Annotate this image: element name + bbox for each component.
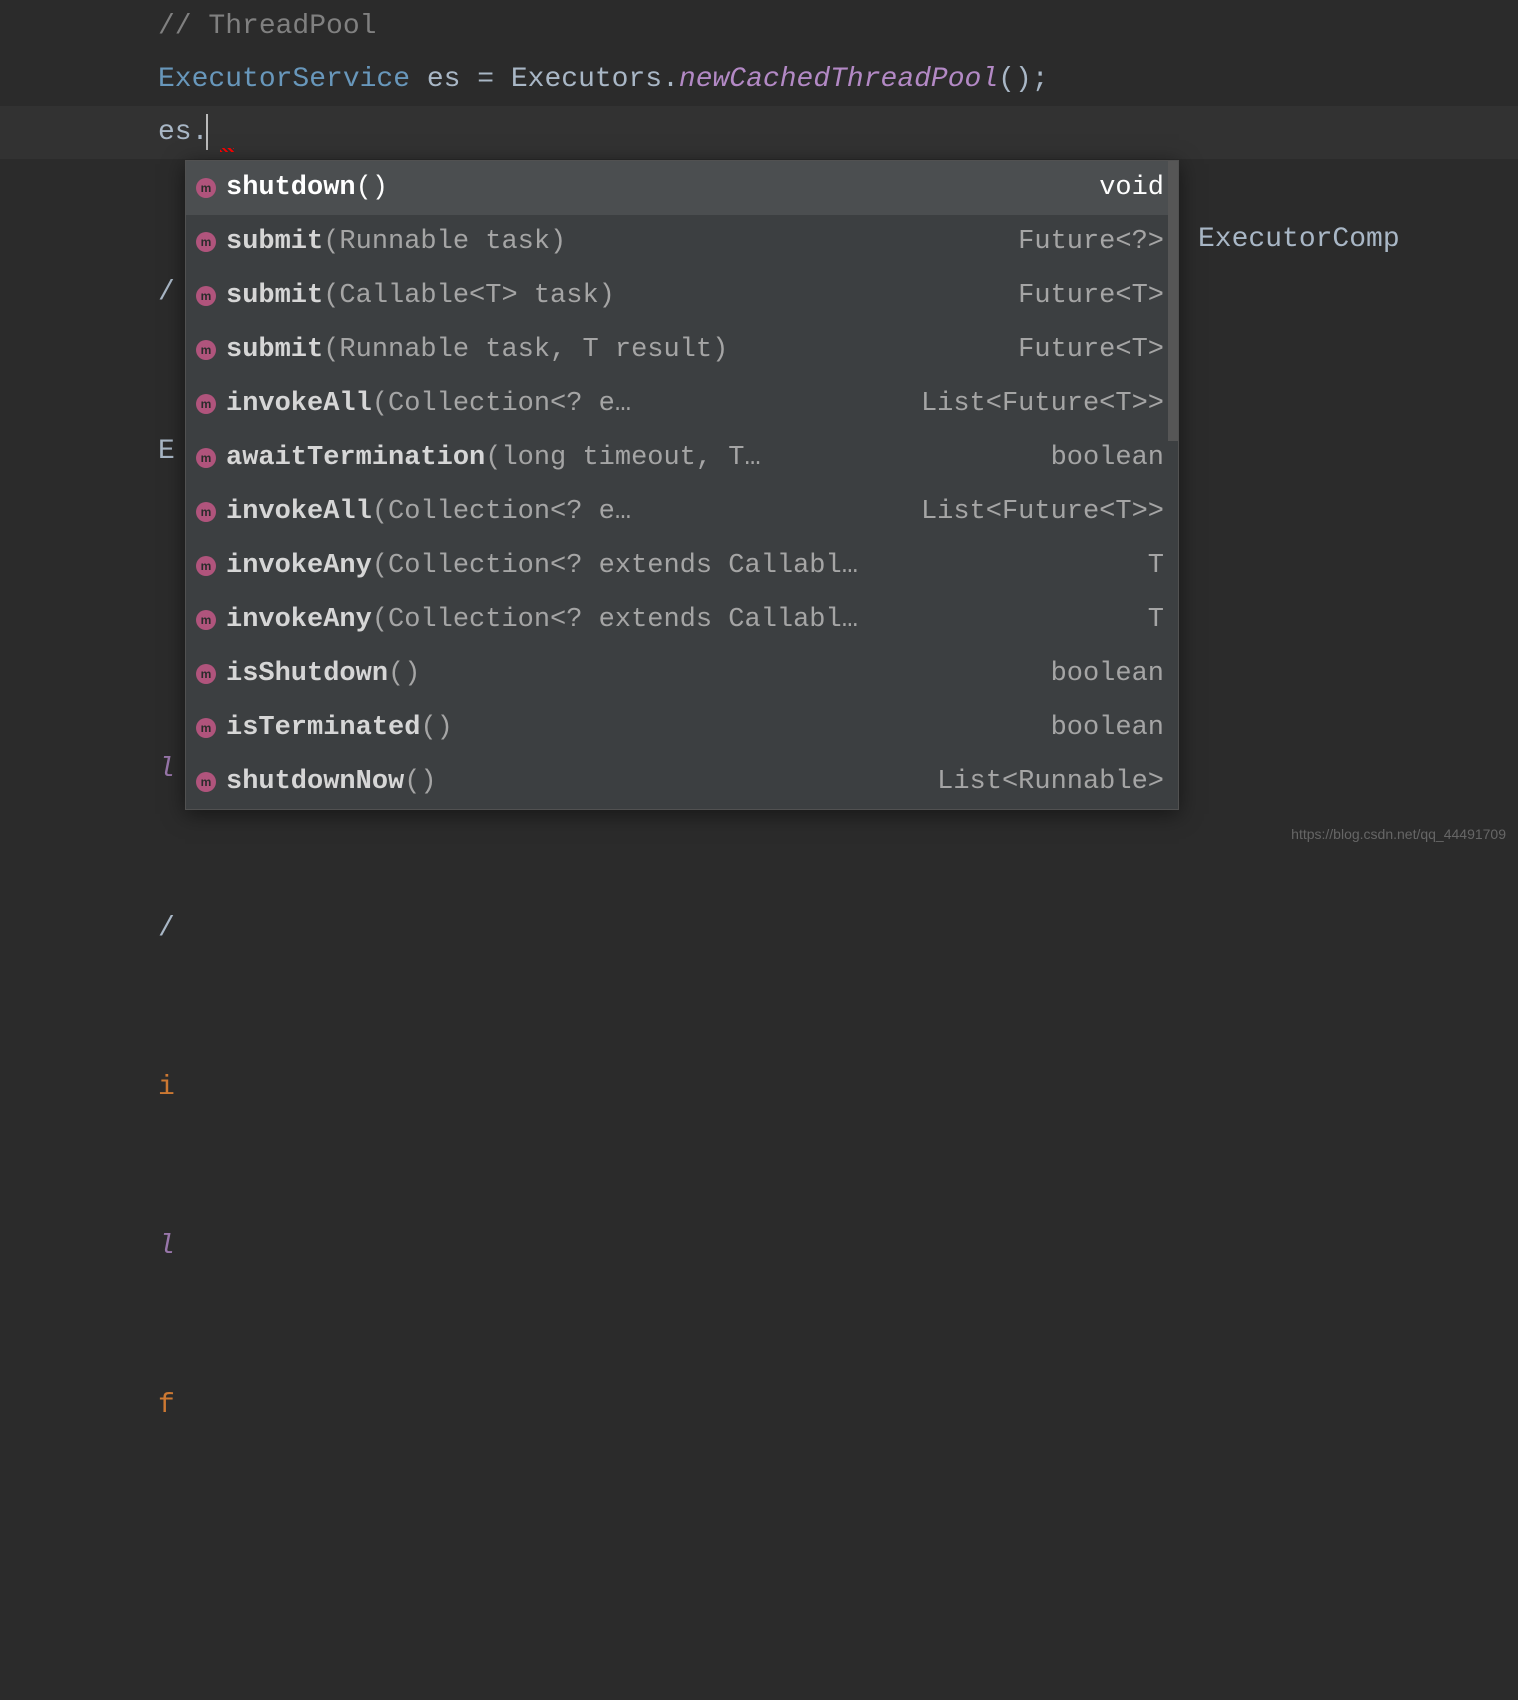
- method-name: invokeAll: [226, 497, 372, 527]
- method-return-type: T: [1148, 551, 1164, 581]
- method-params: (Collection<? extends Callabl…: [372, 605, 858, 635]
- method-name: invokeAll: [226, 389, 372, 419]
- autocomplete-item[interactable]: submit(Callable<T> task) Future<T>: [186, 269, 1178, 323]
- method-return-type: List<Future<T>>: [921, 389, 1164, 419]
- method-name: submit: [226, 335, 323, 365]
- text-cursor: [206, 114, 208, 150]
- method-params: (Callable<T> task): [323, 281, 615, 311]
- autocomplete-item[interactable]: shutdown() void: [186, 161, 1178, 215]
- code-line-decl: ExecutorService es = Executors.newCached…: [158, 53, 1518, 106]
- method-icon: [196, 448, 216, 468]
- autocomplete-item[interactable]: isShutdown() boolean: [186, 647, 1178, 701]
- method-icon: [196, 772, 216, 792]
- autocomplete-item[interactable]: submit(Runnable task, T result) Future<T>: [186, 323, 1178, 377]
- method-return-type: Future<T>: [1018, 335, 1164, 365]
- autocomplete-item[interactable]: submit(Runnable task) Future<?>: [186, 215, 1178, 269]
- method-name: invokeAny: [226, 605, 372, 635]
- code-text: es = Executors.: [410, 64, 679, 95]
- method-signature: isShutdown(): [226, 659, 1031, 689]
- method-icon: [196, 394, 216, 414]
- method-params: (Collection<? extends Callabl…: [372, 551, 858, 581]
- method-params: (long timeout, T…: [485, 443, 760, 473]
- method-signature: invokeAny(Collection<? extends Callabl…: [226, 551, 1128, 581]
- code-line-comment: // ThreadPool: [158, 0, 1518, 53]
- method-icon: [196, 340, 216, 360]
- method-icon: [196, 556, 216, 576]
- method-icon: [196, 502, 216, 522]
- bg-char: f: [158, 1390, 175, 1421]
- method-signature: awaitTermination(long timeout, T…: [226, 443, 1031, 473]
- right-code-text: ExecutorComp: [1198, 224, 1400, 255]
- method-name: shutdownNow: [226, 767, 404, 797]
- comment-text: // ThreadPool: [158, 11, 376, 42]
- method-name: awaitTermination: [226, 443, 485, 473]
- method-params: (Runnable task): [323, 227, 566, 257]
- autocomplete-item[interactable]: isTerminated() boolean: [186, 701, 1178, 755]
- method-return-type: T: [1148, 605, 1164, 635]
- method-return-type: boolean: [1051, 659, 1164, 689]
- autocomplete-item[interactable]: invokeAny(Collection<? extends Callabl… T: [186, 593, 1178, 647]
- method-signature: submit(Callable<T> task): [226, 281, 998, 311]
- type-name: ExecutorService: [158, 64, 410, 95]
- method-icon: [196, 232, 216, 252]
- method-return-type: List<Runnable>: [937, 767, 1164, 797]
- autocomplete-popup[interactable]: shutdown()voidsubmit(Runnable task)Futur…: [185, 160, 1179, 810]
- watermark-text: https://blog.csdn.net/qq_44491709: [1291, 826, 1506, 842]
- method-signature: submit(Runnable task, T result): [226, 335, 998, 365]
- scrollbar-track[interactable]: [1168, 161, 1178, 809]
- code-text: ();: [998, 64, 1048, 95]
- method-return-type: boolean: [1051, 443, 1164, 473]
- method-return-type: Future<?>: [1018, 227, 1164, 257]
- method-name: isShutdown: [226, 659, 388, 689]
- method-signature: invokeAny(Collection<? extends Callabl…: [226, 605, 1128, 635]
- method-return-type: List<Future<T>>: [921, 497, 1164, 527]
- method-name: invokeAny: [226, 551, 372, 581]
- autocomplete-item[interactable]: shutdownNow() List<Runnable>: [186, 755, 1178, 809]
- autocomplete-item[interactable]: invokeAll(Collection<? e… List<Future<T>>: [186, 377, 1178, 431]
- autocomplete-item[interactable]: invokeAll(Collection<? e… List<Future<T>>: [186, 485, 1178, 539]
- method-signature: isTerminated(): [226, 713, 1031, 743]
- static-method: newCachedThreadPool: [679, 64, 998, 95]
- method-icon: [196, 610, 216, 630]
- method-name: submit: [226, 227, 323, 257]
- method-return-type: boolean: [1051, 713, 1164, 743]
- method-params: (Collection<? e…: [372, 389, 631, 419]
- method-name: isTerminated: [226, 713, 420, 743]
- method-params: (): [420, 713, 452, 743]
- method-signature: submit(Runnable task): [226, 227, 998, 257]
- method-icon: [196, 718, 216, 738]
- method-icon: [196, 664, 216, 684]
- method-return-type: void: [1099, 173, 1164, 203]
- method-name: shutdown: [226, 173, 356, 203]
- code-line-es: es.: [158, 106, 1518, 159]
- error-squiggle: [220, 148, 234, 152]
- method-return-type: Future<T>: [1018, 281, 1164, 311]
- method-signature: shutdown(): [226, 173, 1079, 203]
- bg-char: }: [158, 1697, 192, 1700]
- code-editor[interactable]: // ThreadPool ExecutorService es = Execu…: [0, 0, 1518, 159]
- method-params: (Runnable task, T result): [323, 335, 728, 365]
- method-params: (): [356, 173, 388, 203]
- method-name: submit: [226, 281, 323, 311]
- method-signature: shutdownNow(): [226, 767, 917, 797]
- method-icon: [196, 178, 216, 198]
- method-icon: [196, 286, 216, 306]
- method-signature: invokeAll(Collection<? e…: [226, 389, 901, 419]
- method-params: (): [404, 767, 436, 797]
- bg-char: l: [158, 1231, 175, 1262]
- method-params: (Collection<? e…: [372, 497, 631, 527]
- method-params: (): [388, 659, 420, 689]
- autocomplete-item[interactable]: invokeAny(Collection<? extends Callabl… T: [186, 539, 1178, 593]
- autocomplete-item[interactable]: awaitTermination(long timeout, T… boolean: [186, 431, 1178, 485]
- method-signature: invokeAll(Collection<? e…: [226, 497, 901, 527]
- bg-char: i: [158, 1072, 175, 1103]
- bg-char: l: [158, 754, 175, 785]
- bg-char: /: [158, 902, 192, 955]
- code-text: es.: [158, 117, 208, 148]
- scrollbar-thumb[interactable]: [1168, 161, 1178, 441]
